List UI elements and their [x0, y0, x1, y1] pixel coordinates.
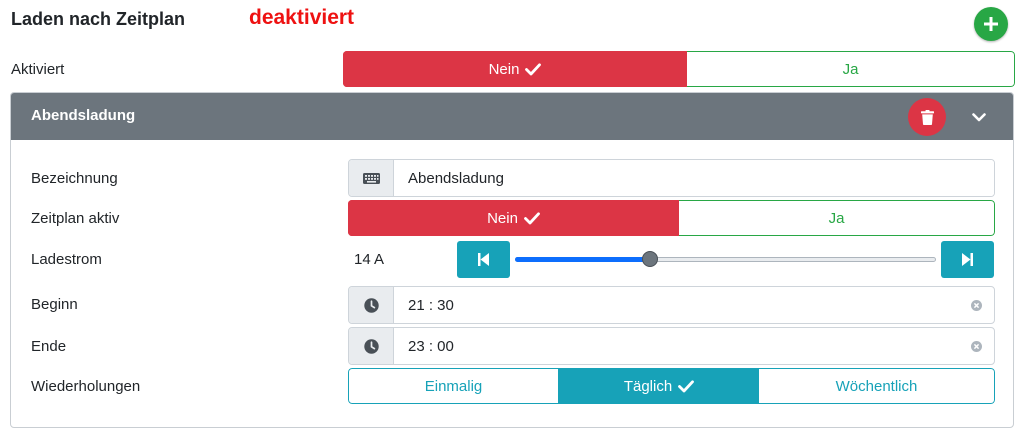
current-label: Ladestrom — [31, 251, 102, 268]
activated-label: Aktiviert — [11, 61, 65, 78]
add-schedule-button[interactable] — [974, 7, 1008, 41]
name-label: Bezeichnung — [31, 170, 118, 187]
repeat-weekly-button[interactable]: Wöchentlich — [759, 368, 995, 404]
check-icon — [524, 211, 540, 224]
repeat-daily-label: Täglich — [623, 377, 673, 395]
schedule-active-toggle: Nein Ja — [348, 200, 995, 236]
repeat-toggle: Einmalig Täglich Wöchentlich — [348, 368, 995, 404]
repeat-once-button[interactable]: Einmalig — [348, 368, 559, 404]
check-icon — [678, 379, 695, 392]
activated-no-label: Nein — [488, 60, 520, 78]
page-title: Laden nach Zeitplan — [11, 9, 186, 29]
schedule-active-yes-label: Ja — [828, 209, 845, 227]
name-field-prefix — [349, 160, 394, 196]
name-field — [348, 159, 995, 197]
start-label: Beginn — [31, 296, 78, 313]
check-icon — [525, 62, 542, 75]
clear-icon — [970, 299, 982, 311]
start-field-prefix — [349, 287, 394, 323]
start-field — [348, 286, 995, 324]
start-time-input[interactable] — [394, 287, 958, 323]
repeat-once-label: Einmalig — [424, 377, 483, 395]
clock-icon — [363, 338, 379, 354]
end-field — [348, 327, 995, 365]
current-value: 14 A — [354, 251, 385, 268]
chevron-down-icon — [972, 112, 986, 121]
activated-yes-label: Ja — [842, 60, 859, 78]
end-clear-button[interactable] — [958, 328, 994, 364]
keyboard-icon — [362, 172, 380, 184]
step-forward-icon — [962, 253, 973, 266]
activated-toggle: Nein Ja — [343, 51, 1015, 87]
slider-thumb[interactable] — [641, 251, 658, 267]
end-label: Ende — [31, 338, 67, 355]
schedule-active-yes-button[interactable]: Ja — [679, 200, 995, 236]
current-slider[interactable] — [515, 251, 936, 267]
start-clear-button[interactable] — [958, 287, 994, 323]
slider-fill — [515, 257, 650, 262]
current-decrease-button[interactable] — [457, 241, 510, 278]
step-backward-icon — [478, 253, 489, 266]
name-input[interactable] — [394, 160, 994, 196]
status-text: deaktiviert — [249, 6, 355, 29]
repeat-label: Wiederholungen — [31, 378, 141, 395]
trash-icon — [920, 109, 934, 125]
clock-icon — [363, 297, 379, 313]
current-increase-button[interactable] — [941, 241, 994, 278]
schedule-active-no-label: Nein — [487, 209, 518, 227]
delete-schedule-button[interactable] — [908, 98, 946, 136]
collapse-button[interactable] — [969, 107, 989, 127]
end-time-input[interactable] — [394, 328, 958, 364]
plus-icon — [984, 17, 998, 31]
schedule-active-no-button[interactable]: Nein — [348, 200, 679, 236]
repeat-weekly-label: Wöchentlich — [835, 377, 918, 395]
repeat-daily-button[interactable]: Täglich — [559, 368, 759, 404]
clear-icon — [970, 340, 982, 352]
schedule-card-header[interactable]: Abendsladung — [11, 93, 1013, 140]
end-field-prefix — [349, 328, 394, 364]
schedule-active-label: Zeitplan aktiv — [31, 210, 120, 227]
activated-no-button[interactable]: Nein — [343, 51, 687, 87]
schedule-title: Abendsladung — [31, 107, 136, 124]
activated-yes-button[interactable]: Ja — [687, 51, 1015, 87]
